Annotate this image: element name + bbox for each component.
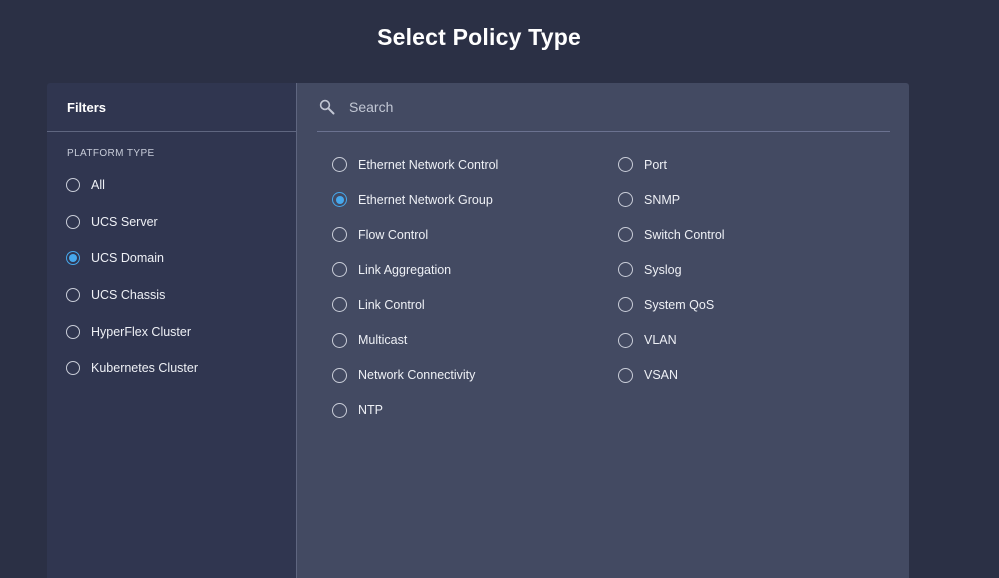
- radio-button[interactable]: [618, 227, 633, 243]
- policy-type-grid: Ethernet Network Control Ethernet Networ…: [332, 147, 904, 428]
- radio-button[interactable]: [332, 262, 347, 278]
- policy-option-label: NTP: [358, 403, 383, 418]
- radio-button[interactable]: [618, 157, 633, 173]
- policy-option-label: VSAN: [644, 368, 679, 383]
- policy-option-network-connectivity[interactable]: Network Connectivity: [332, 358, 618, 393]
- policy-option-link-control[interactable]: Link Control: [332, 287, 618, 322]
- radio-button[interactable]: [332, 227, 347, 243]
- policy-option-label: Link Aggregation: [358, 262, 452, 277]
- filter-option-hyperflex-cluster[interactable]: HyperFlex Cluster: [66, 313, 296, 350]
- radio-button[interactable]: [618, 297, 633, 313]
- search-bar: [317, 83, 890, 132]
- radio-button[interactable]: [66, 178, 80, 193]
- policy-option-label: Ethernet Network Control: [358, 157, 499, 172]
- policy-option-ntp[interactable]: NTP: [332, 393, 618, 428]
- policy-option-label: Multicast: [358, 333, 408, 348]
- filter-option-kubernetes-cluster[interactable]: Kubernetes Cluster: [66, 350, 296, 387]
- filter-option-all[interactable]: All: [66, 167, 296, 204]
- filters-sidebar: Filters PLATFORM TYPE All UCS Server UCS…: [47, 83, 297, 578]
- radio-button-selected[interactable]: [66, 251, 80, 266]
- policy-column-left: Ethernet Network Control Ethernet Networ…: [332, 147, 618, 428]
- policy-option-vsan[interactable]: VSAN: [618, 358, 904, 393]
- policy-option-label: Link Control: [358, 297, 425, 312]
- policy-option-syslog[interactable]: Syslog: [618, 252, 904, 287]
- radio-button[interactable]: [66, 324, 80, 339]
- policy-option-label: Ethernet Network Group: [358, 192, 493, 207]
- radio-button-selected[interactable]: [332, 192, 347, 208]
- platform-type-label: PLATFORM TYPE: [67, 148, 155, 159]
- policy-option-ethernet-network-control[interactable]: Ethernet Network Control: [332, 147, 618, 182]
- policy-option-snmp[interactable]: SNMP: [618, 182, 904, 217]
- filter-option-label: UCS Chassis: [91, 288, 166, 303]
- filters-header: Filters: [47, 83, 296, 132]
- radio-button[interactable]: [66, 288, 80, 303]
- filter-option-label: Kubernetes Cluster: [91, 361, 199, 376]
- radio-button[interactable]: [66, 361, 80, 376]
- policy-option-label: Flow Control: [358, 227, 429, 242]
- search-icon: [319, 99, 335, 115]
- radio-button[interactable]: [332, 332, 347, 348]
- radio-button[interactable]: [332, 157, 347, 173]
- radio-button[interactable]: [618, 367, 633, 383]
- radio-button[interactable]: [618, 332, 633, 348]
- radio-button[interactable]: [618, 262, 633, 278]
- radio-button[interactable]: [332, 402, 347, 418]
- policy-option-label: Switch Control: [644, 227, 725, 242]
- radio-button[interactable]: [332, 367, 347, 383]
- radio-button[interactable]: [332, 297, 347, 313]
- policy-option-label: Syslog: [644, 262, 682, 277]
- policy-option-ethernet-network-group[interactable]: Ethernet Network Group: [332, 182, 618, 217]
- filter-option-ucs-domain[interactable]: UCS Domain: [66, 240, 296, 277]
- filter-option-label: HyperFlex Cluster: [91, 324, 192, 339]
- policy-list-area: Ethernet Network Control Ethernet Networ…: [297, 83, 909, 578]
- policy-option-multicast[interactable]: Multicast: [332, 322, 618, 357]
- policy-option-link-aggregation[interactable]: Link Aggregation: [332, 252, 618, 287]
- filter-option-label: UCS Server: [91, 214, 158, 229]
- platform-type-list: All UCS Server UCS Domain UCS Chassis Hy…: [47, 167, 296, 387]
- search-input[interactable]: [347, 98, 851, 116]
- filter-option-ucs-server[interactable]: UCS Server: [66, 204, 296, 241]
- policy-option-label: SNMP: [644, 192, 681, 207]
- filter-option-label: All: [91, 178, 105, 193]
- policy-option-vlan[interactable]: VLAN: [618, 322, 904, 357]
- filter-option-ucs-chassis[interactable]: UCS Chassis: [66, 277, 296, 314]
- policy-option-system-qos[interactable]: System QoS: [618, 287, 904, 322]
- page-title: Select Policy Type: [377, 24, 581, 50]
- policy-option-label: Network Connectivity: [358, 368, 476, 383]
- policy-option-label: Port: [644, 157, 667, 172]
- filter-option-label: UCS Domain: [91, 251, 164, 266]
- policy-option-label: System QoS: [644, 297, 715, 312]
- policy-selector-panel: Filters PLATFORM TYPE All UCS Server UCS…: [47, 83, 909, 578]
- policy-option-label: VLAN: [644, 333, 677, 348]
- policy-option-port[interactable]: Port: [618, 147, 904, 182]
- radio-button[interactable]: [66, 214, 80, 229]
- radio-button[interactable]: [618, 192, 633, 208]
- policy-option-switch-control[interactable]: Switch Control: [618, 217, 904, 252]
- policy-column-right: Port SNMP Switch Control Syslog System Q…: [618, 147, 904, 428]
- policy-option-flow-control[interactable]: Flow Control: [332, 217, 618, 252]
